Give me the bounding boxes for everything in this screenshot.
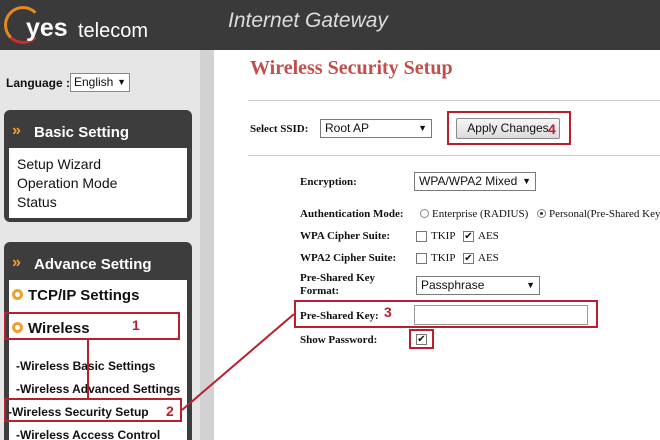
connector-line-2-3 [181,313,295,411]
annotation-connector-lines [87,313,295,411]
